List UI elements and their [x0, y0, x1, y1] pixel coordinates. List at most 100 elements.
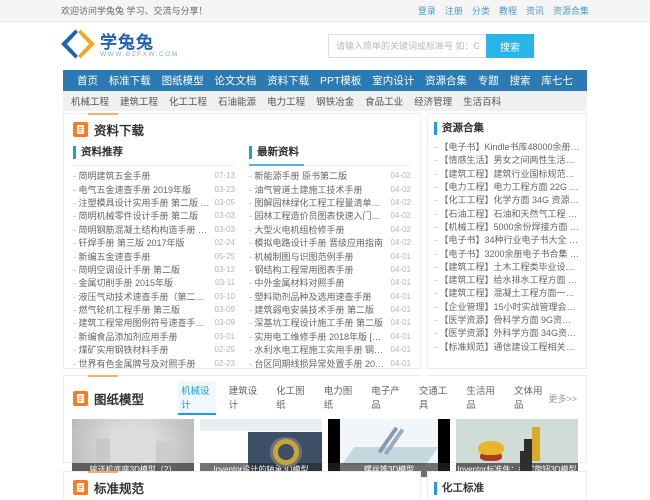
item-title[interactable]: 新编五金速查手册: [73, 250, 211, 263]
item-title[interactable]: 中外金属材料对照手册: [249, 276, 387, 289]
item-title[interactable]: 电气五金速查手册 2019年版: [73, 183, 211, 196]
list-item[interactable]: 图解园林绿化工程工程量清单计算手册 第二04-02: [249, 196, 411, 209]
nav-item[interactable]: 资源合集: [421, 73, 471, 88]
item-title[interactable]: 【石油工程】石油和天然气工程 21.7G资源合: [434, 207, 580, 220]
list-item[interactable]: 电气五金速查手册 2019年版03-23: [73, 182, 235, 195]
drawings-tab[interactable]: 机械设计: [178, 381, 216, 415]
item-title[interactable]: 建筑工程常用图例符号速查手册 第二版: [73, 316, 211, 329]
model-card[interactable]: 输送机底座3D模型（2）: [72, 419, 194, 477]
item-title[interactable]: 液压气动技术速查手册（第二版）: [73, 290, 211, 303]
list-item[interactable]: 新编食品添加剂应用手册03-01: [73, 330, 235, 343]
utility-link[interactable]: 注册: [445, 4, 463, 17]
list-item[interactable]: 【医学资源】骨科学方面 9G资源合集 [独家精: [434, 313, 580, 326]
nav-item[interactable]: 图纸模型: [158, 73, 208, 88]
list-item[interactable]: 台区同期线损异常处置手册 2018年版04-01: [249, 356, 411, 369]
item-title[interactable]: 【医学资源】骨科学方面 9G资源合集 [独家精: [434, 313, 580, 326]
list-item[interactable]: 【机械工程】5000余份焊接方面 9G资源合集: [434, 220, 580, 233]
nav-item[interactable]: 专题: [474, 73, 503, 88]
model-card[interactable]: Inventor标准件：各式旋钮3D模型: [456, 419, 578, 477]
list-item[interactable]: 【石油工程】石油和天然气工程 21.7G资源合: [434, 206, 580, 219]
drawings-tab[interactable]: 电子产品: [368, 381, 406, 415]
item-title[interactable]: 简明建筑五金手册: [73, 169, 211, 182]
subnav-item[interactable]: 机械工程: [71, 94, 109, 108]
drawings-tab[interactable]: 生活用品: [463, 381, 501, 415]
item-title[interactable]: 【标准规范】通信建设工程相关标准合集 已分: [434, 340, 580, 353]
list-item[interactable]: 【电子书】3200余册电子书合集 适合手机+电: [434, 246, 580, 259]
list-item[interactable]: 中外金属材料对照手册04-01: [249, 276, 411, 289]
item-title[interactable]: 简明空调设计手册 第二版: [73, 263, 211, 276]
item-title[interactable]: 金属切削手册 2015年版: [73, 276, 211, 289]
list-item[interactable]: 【建筑工程】混凝土工程方面一万二千余份: [434, 286, 580, 299]
item-title[interactable]: 大型火电机组检修手册: [249, 223, 387, 236]
list-item[interactable]: 金属切削手册 2015年版03-11: [73, 276, 235, 289]
subnav-item[interactable]: 化工工程: [169, 94, 207, 108]
list-item[interactable]: 建筑弱电安装技术手册 第二版04-01: [249, 303, 411, 316]
nav-item[interactable]: 库七七: [537, 73, 577, 88]
item-title[interactable]: 煤矿实用钢铁材料手册: [73, 343, 211, 356]
item-title[interactable]: 钢结构工程常用图表手册: [249, 263, 387, 276]
list-item[interactable]: 简明建筑五金手册07-13: [73, 169, 235, 182]
subnav-item[interactable]: 建筑工程: [120, 94, 158, 108]
item-title[interactable]: 塑料助剂品种及选用速查手册: [249, 290, 387, 303]
subnav-item[interactable]: 石油能源: [218, 94, 256, 108]
list-item[interactable]: 【建筑工程】给水排水工程方面 12G 资料资源: [434, 273, 580, 286]
list-item[interactable]: 【电子书】Kindle书库48000余册TXT合集 [精: [434, 140, 580, 153]
subnav-item[interactable]: 生活百科: [463, 94, 501, 108]
item-title[interactable]: 【建筑工程】混凝土工程方面一万二千余份: [434, 286, 580, 299]
list-item[interactable]: 【建筑工程】建筑行业国标规范图集大全 7.2G: [434, 167, 580, 180]
nav-item[interactable]: 搜索: [506, 73, 535, 88]
item-title[interactable]: 【建筑工程】土木工程类毕业设计合集 [独家精: [434, 260, 580, 273]
drawings-tab[interactable]: 交通工具: [416, 381, 454, 415]
item-title[interactable]: 钎焊手册 第三版 2017年版: [73, 236, 211, 249]
item-title[interactable]: 注塑模具设计实用手册 第二版 2019年版: [73, 196, 211, 209]
subnav-item[interactable]: 钢铁冶金: [316, 94, 354, 108]
list-item[interactable]: 【建筑工程】土木工程类毕业设计合集 [独家精: [434, 260, 580, 273]
item-title[interactable]: 【电子书】Kindle书库48000余册TXT合集 [精: [434, 140, 580, 153]
list-item[interactable]: 机械制图与识图范例手册04-01: [249, 249, 411, 262]
item-title[interactable]: 新能源手册 原书第二版: [249, 169, 387, 182]
search-button[interactable]: 搜索: [486, 34, 534, 58]
utility-link[interactable]: 资源合集: [553, 4, 589, 17]
list-item[interactable]: 【化工工程】化学方面 34G 资源合集 [独家精: [434, 193, 580, 206]
item-title[interactable]: 【电子书】34种行业电子书大全 1617本 适合: [434, 233, 580, 246]
utility-link[interactable]: 分类: [472, 4, 490, 17]
nav-item[interactable]: 首页: [73, 73, 102, 88]
list-item[interactable]: 【电力工程】电力工程方面 22G 资料集 [精华: [434, 180, 580, 193]
list-item[interactable]: 钢结构工程常用图表手册04-01: [249, 263, 411, 276]
item-title[interactable]: 建筑弱电安装技术手册 第二版: [249, 303, 387, 316]
item-title[interactable]: 模拟电路设计手册 晋级应用指南: [249, 236, 387, 249]
item-title[interactable]: 新编食品添加剂应用手册: [73, 330, 211, 343]
item-title[interactable]: 【情感生活】男女之间两性生活资源合集 共: [434, 153, 580, 166]
nav-item[interactable]: 资料下载: [263, 73, 313, 88]
item-title[interactable]: 【企业管理】15小时实战管理会计视频 10G 资: [434, 300, 580, 313]
subnav-item[interactable]: 电力工程: [267, 94, 305, 108]
item-title[interactable]: 水利水电工程施工实用手册 钢筋工程施工: [249, 343, 387, 356]
list-item[interactable]: 钎焊手册 第三版 2017年版02-24: [73, 236, 235, 249]
drawings-tab[interactable]: 电力图纸: [321, 381, 359, 415]
list-item[interactable]: 实用电工维修手册 2018年版 [张军 著]04-01: [249, 330, 411, 343]
item-title[interactable]: 油气管道土建施工技术手册: [249, 183, 387, 196]
item-title[interactable]: 机械制图与识图范例手册: [249, 250, 387, 263]
utility-link[interactable]: 资讯: [526, 4, 544, 17]
item-title[interactable]: 深基坑工程设计施工手册 第二版: [249, 316, 387, 329]
item-title[interactable]: 【电子书】3200余册电子书合集 适合手机+电: [434, 247, 580, 260]
nav-item[interactable]: PPT模板: [316, 73, 365, 88]
list-item[interactable]: 煤矿实用钢铁材料手册02-25: [73, 343, 235, 356]
drawings-tab[interactable]: 化工图纸: [273, 381, 311, 415]
more-link[interactable]: 更多>>: [548, 392, 577, 405]
list-item[interactable]: 简明机械零件设计手册 第二版03-03: [73, 209, 235, 222]
list-item[interactable]: 塑料助剂品种及选用速查手册04-01: [249, 290, 411, 303]
utility-link[interactable]: 登录: [418, 4, 436, 17]
model-card[interactable]: 螺丝锥3D模型: [328, 419, 450, 477]
item-title[interactable]: 燃气轮机工程手册 第三版: [73, 303, 211, 316]
item-title[interactable]: 实用电工维修手册 2018年版 [张军 著]: [249, 330, 387, 343]
list-item[interactable]: 水利水电工程施工实用手册 钢筋工程施工04-01: [249, 343, 411, 356]
list-item[interactable]: 建筑工程常用图例符号速查手册 第二版03-09: [73, 316, 235, 329]
item-title[interactable]: 【建筑工程】给水排水工程方面 12G 资料资源: [434, 273, 580, 286]
list-item[interactable]: 【标准规范】通信建设工程相关标准合集 已分: [434, 339, 580, 352]
item-title[interactable]: 【电力工程】电力工程方面 22G 资料集 [精华: [434, 180, 580, 193]
item-title[interactable]: 图解园林绿化工程工程量清单计算手册 第二: [249, 196, 387, 209]
utility-link[interactable]: 教程: [499, 4, 517, 17]
item-title[interactable]: 世界有色金属牌号及对照手册: [73, 357, 211, 370]
list-item[interactable]: 简明钢筋混凝土结构构造手册 第五版03-03: [73, 223, 235, 236]
